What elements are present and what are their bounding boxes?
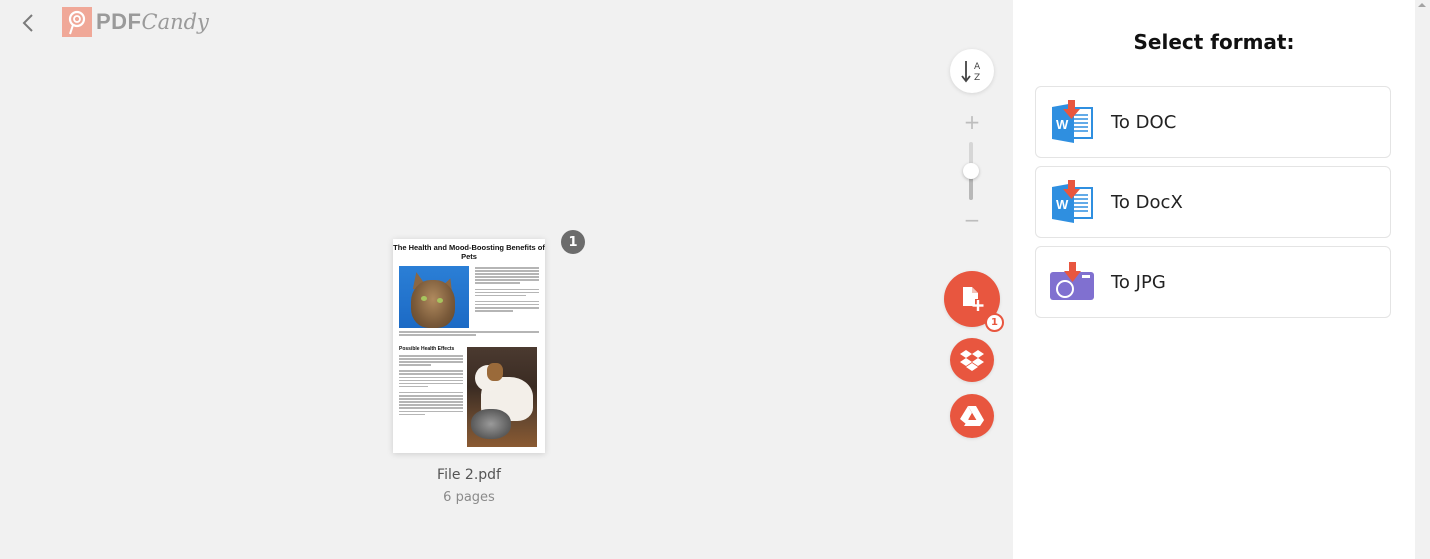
format-option-label: To DOC [1111,111,1177,133]
format-panel: Select format: W To DOC W To DocX To JPG [1013,0,1415,559]
preview-subheading: Possible Health Effects [399,346,455,352]
preview-text-block [399,331,539,337]
word-download-icon: W [1052,100,1093,143]
chevron-left-icon [22,14,33,32]
preview-cat-image [399,266,469,328]
format-option-label: To DocX [1111,191,1183,213]
logo-text-pdf: PDF [96,9,142,34]
word-download-icon: W [1052,180,1093,223]
svg-text:W: W [1056,117,1069,132]
add-files-count-badge: 1 [985,313,1004,332]
image-download-icon [1050,262,1094,300]
dropbox-icon [960,350,984,371]
file-index-badge: 1 [561,230,585,254]
preview-title: The Health and Mood-Boosting Benefits of… [393,243,545,261]
google-drive-button[interactable] [950,394,994,438]
preview-text-block [475,267,539,313]
svg-text:W: W [1056,197,1069,212]
file-thumbnail[interactable]: The Health and Mood-Boosting Benefits of… [393,239,545,453]
scroll-up-arrow-icon[interactable] [1418,3,1426,7]
file-page-count: 6 pages [443,490,495,505]
logo-text-candy: Candy [141,10,209,34]
preview-text-block [399,355,463,417]
sort-button[interactable]: A Z [950,49,994,93]
preview-dog-image [467,347,537,447]
lollipop-icon [62,7,92,37]
dropbox-button[interactable] [950,338,994,382]
file-plus-icon [963,287,984,311]
format-option-jpg[interactable]: To JPG [1035,246,1391,318]
panel-title: Select format: [1133,30,1295,54]
svg-text:Z: Z [974,73,980,83]
zoom-slider-thumb[interactable] [963,163,979,179]
file-name: File 2.pdf [437,467,501,483]
google-drive-icon [960,406,984,426]
back-button[interactable] [16,10,40,36]
pdfcandy-logo[interactable]: PDF Candy [62,7,209,37]
zoom-out-button[interactable]: − [962,210,982,230]
zoom-in-button[interactable]: + [962,112,982,132]
format-option-label: To JPG [1111,271,1166,293]
format-option-docx[interactable]: W To DocX [1035,166,1391,238]
format-option-doc[interactable]: W To DOC [1035,86,1391,158]
page-scrollbar[interactable] [1415,0,1430,559]
svg-text:A: A [974,62,981,72]
sort-alpha-down-icon: A Z [961,61,981,83]
workspace: PDF Candy A Z + − 1 The Health and Mood-… [0,0,1013,559]
